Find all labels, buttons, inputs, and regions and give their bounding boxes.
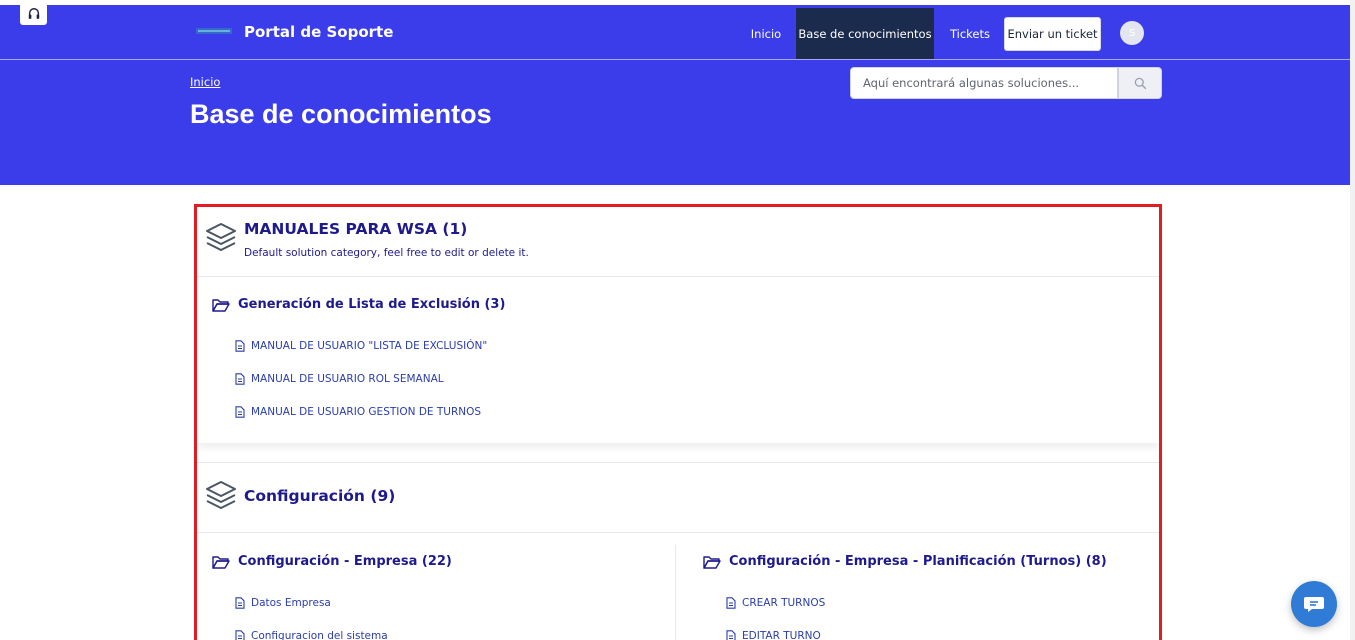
divider (197, 276, 1159, 277)
article-label: CREAR TURNOS (742, 597, 826, 609)
document-icon (235, 373, 245, 385)
category-card: MANUALES PARA WSA (1) Default solution c… (197, 207, 1159, 443)
folder-open-icon (212, 298, 230, 312)
document-icon (235, 406, 245, 418)
article-link[interactable]: EDITAR TURNO (726, 630, 821, 640)
search-button[interactable] (1118, 67, 1162, 99)
category-title[interactable]: Configuración (9) (244, 487, 395, 505)
layers-icon (206, 223, 236, 251)
breadcrumb-inicio[interactable]: Inicio (190, 75, 220, 89)
folder-item[interactable]: Configuración - Empresa (22) (212, 554, 452, 569)
article-link[interactable]: MANUAL DE USUARIO GESTION DE TURNOS (235, 406, 481, 418)
portal-brand[interactable]: Portal de Soporte (244, 23, 393, 41)
page-scrollbar[interactable] (1350, 0, 1355, 640)
folder-item[interactable]: Generación de Lista de Exclusión (3) (212, 297, 505, 312)
search-input[interactable] (850, 67, 1118, 99)
article-link[interactable]: Datos Empresa (235, 597, 331, 609)
search-icon (1134, 77, 1146, 89)
layers-icon (206, 481, 236, 509)
document-icon (726, 630, 736, 640)
article-label: EDITAR TURNO (742, 630, 821, 640)
article-link[interactable]: MANUAL DE USUARIO ROL SEMANAL (235, 373, 444, 385)
submit-ticket-button[interactable]: Enviar un ticket (1004, 17, 1101, 51)
folder-item[interactable]: Configuración - Empresa - Planificación … (703, 554, 1107, 569)
nav-inicio[interactable]: Inicio (742, 8, 790, 59)
article-label: MANUAL DE USUARIO "LISTA DE EXCLUSIÓN" (251, 340, 488, 352)
article-label: Configuracion del sistema (251, 630, 388, 640)
folder-label: Generación de Lista de Exclusión (3) (238, 297, 506, 312)
article-link[interactable]: Configuracion del sistema (235, 630, 388, 640)
article-label: MANUAL DE USUARIO GESTION DE TURNOS (251, 406, 482, 418)
document-icon (235, 630, 245, 640)
document-icon (235, 597, 245, 609)
portal-logo[interactable] (196, 26, 232, 36)
folder-label: Configuración - Empresa (22) (238, 554, 452, 569)
category-title[interactable]: MANUALES PARA WSA (1) (244, 220, 467, 238)
avatar[interactable]: S (1120, 21, 1144, 45)
chat-icon (1304, 597, 1324, 612)
categories-highlight: MANUALES PARA WSA (1) Default solution c… (194, 204, 1162, 640)
article-label: Datos Empresa (251, 597, 331, 609)
headset-button[interactable] (20, 3, 47, 25)
chat-button[interactable] (1291, 581, 1337, 627)
folder-open-icon (212, 555, 230, 569)
folder-label: Configuración - Empresa - Planificación … (729, 554, 1107, 569)
divider (197, 532, 1159, 533)
category-card: Configuración (9) Configuración - Empres… (197, 462, 1159, 640)
nav-divider (0, 59, 1355, 60)
nav-tickets[interactable]: Tickets (944, 8, 996, 59)
document-icon (726, 597, 736, 609)
page-title: Base de conocimientos (190, 99, 492, 129)
nav-knowledge-base[interactable]: Base de conocimientos (796, 8, 934, 59)
headset-icon (28, 8, 39, 19)
folder-open-icon (703, 555, 721, 569)
article-label: MANUAL DE USUARIO ROL SEMANAL (251, 373, 444, 385)
document-icon (235, 340, 245, 352)
column-divider (675, 545, 676, 640)
article-link[interactable]: CREAR TURNOS (726, 597, 825, 609)
article-link[interactable]: MANUAL DE USUARIO "LISTA DE EXCLUSIÓN" (235, 340, 487, 352)
category-description: Default solution category, feel free to … (244, 247, 529, 259)
